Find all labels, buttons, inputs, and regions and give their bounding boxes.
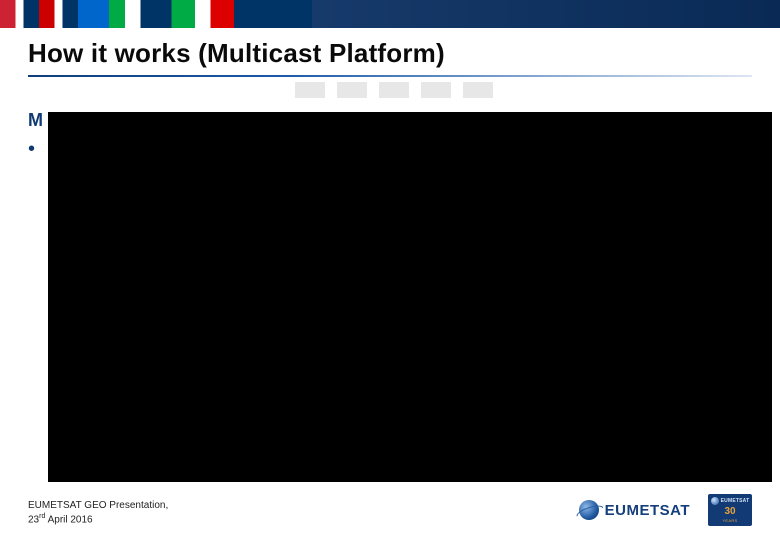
content-black-region: [48, 112, 772, 482]
slide-title: How it works (Multicast Platform): [28, 38, 752, 69]
slide: How it works (Multicast Platform) M • EU…: [0, 0, 780, 540]
globe-icon: [579, 500, 599, 520]
footer: EUMETSAT GEO Presentation, 23rd April 20…: [28, 494, 752, 526]
title-bar: How it works (Multicast Platform): [0, 28, 780, 83]
decorative-squares: [295, 82, 493, 98]
footer-date-post: April 2016: [45, 514, 92, 525]
anniversary-badge: EUMETSAT 30 YEARS: [708, 494, 752, 526]
title-underline: [28, 75, 752, 77]
badge-sub: YEARS: [722, 518, 737, 523]
eumetsat-wordmark: EUMETSAT: [605, 502, 690, 519]
badge-years: 30: [724, 506, 735, 517]
footer-date-pre: 23: [28, 514, 39, 525]
header-flags-banner: [0, 0, 780, 28]
badge-brand: EUMETSAT: [721, 498, 750, 504]
footer-logos: EUMETSAT EUMETSAT 30 YEARS: [579, 494, 752, 526]
footer-line1: EUMETSAT GEO Presentation,: [28, 500, 168, 511]
globe-icon: [711, 497, 719, 505]
footer-text: EUMETSAT GEO Presentation, 23rd April 20…: [28, 499, 168, 526]
eumetsat-logo: EUMETSAT: [579, 500, 690, 520]
